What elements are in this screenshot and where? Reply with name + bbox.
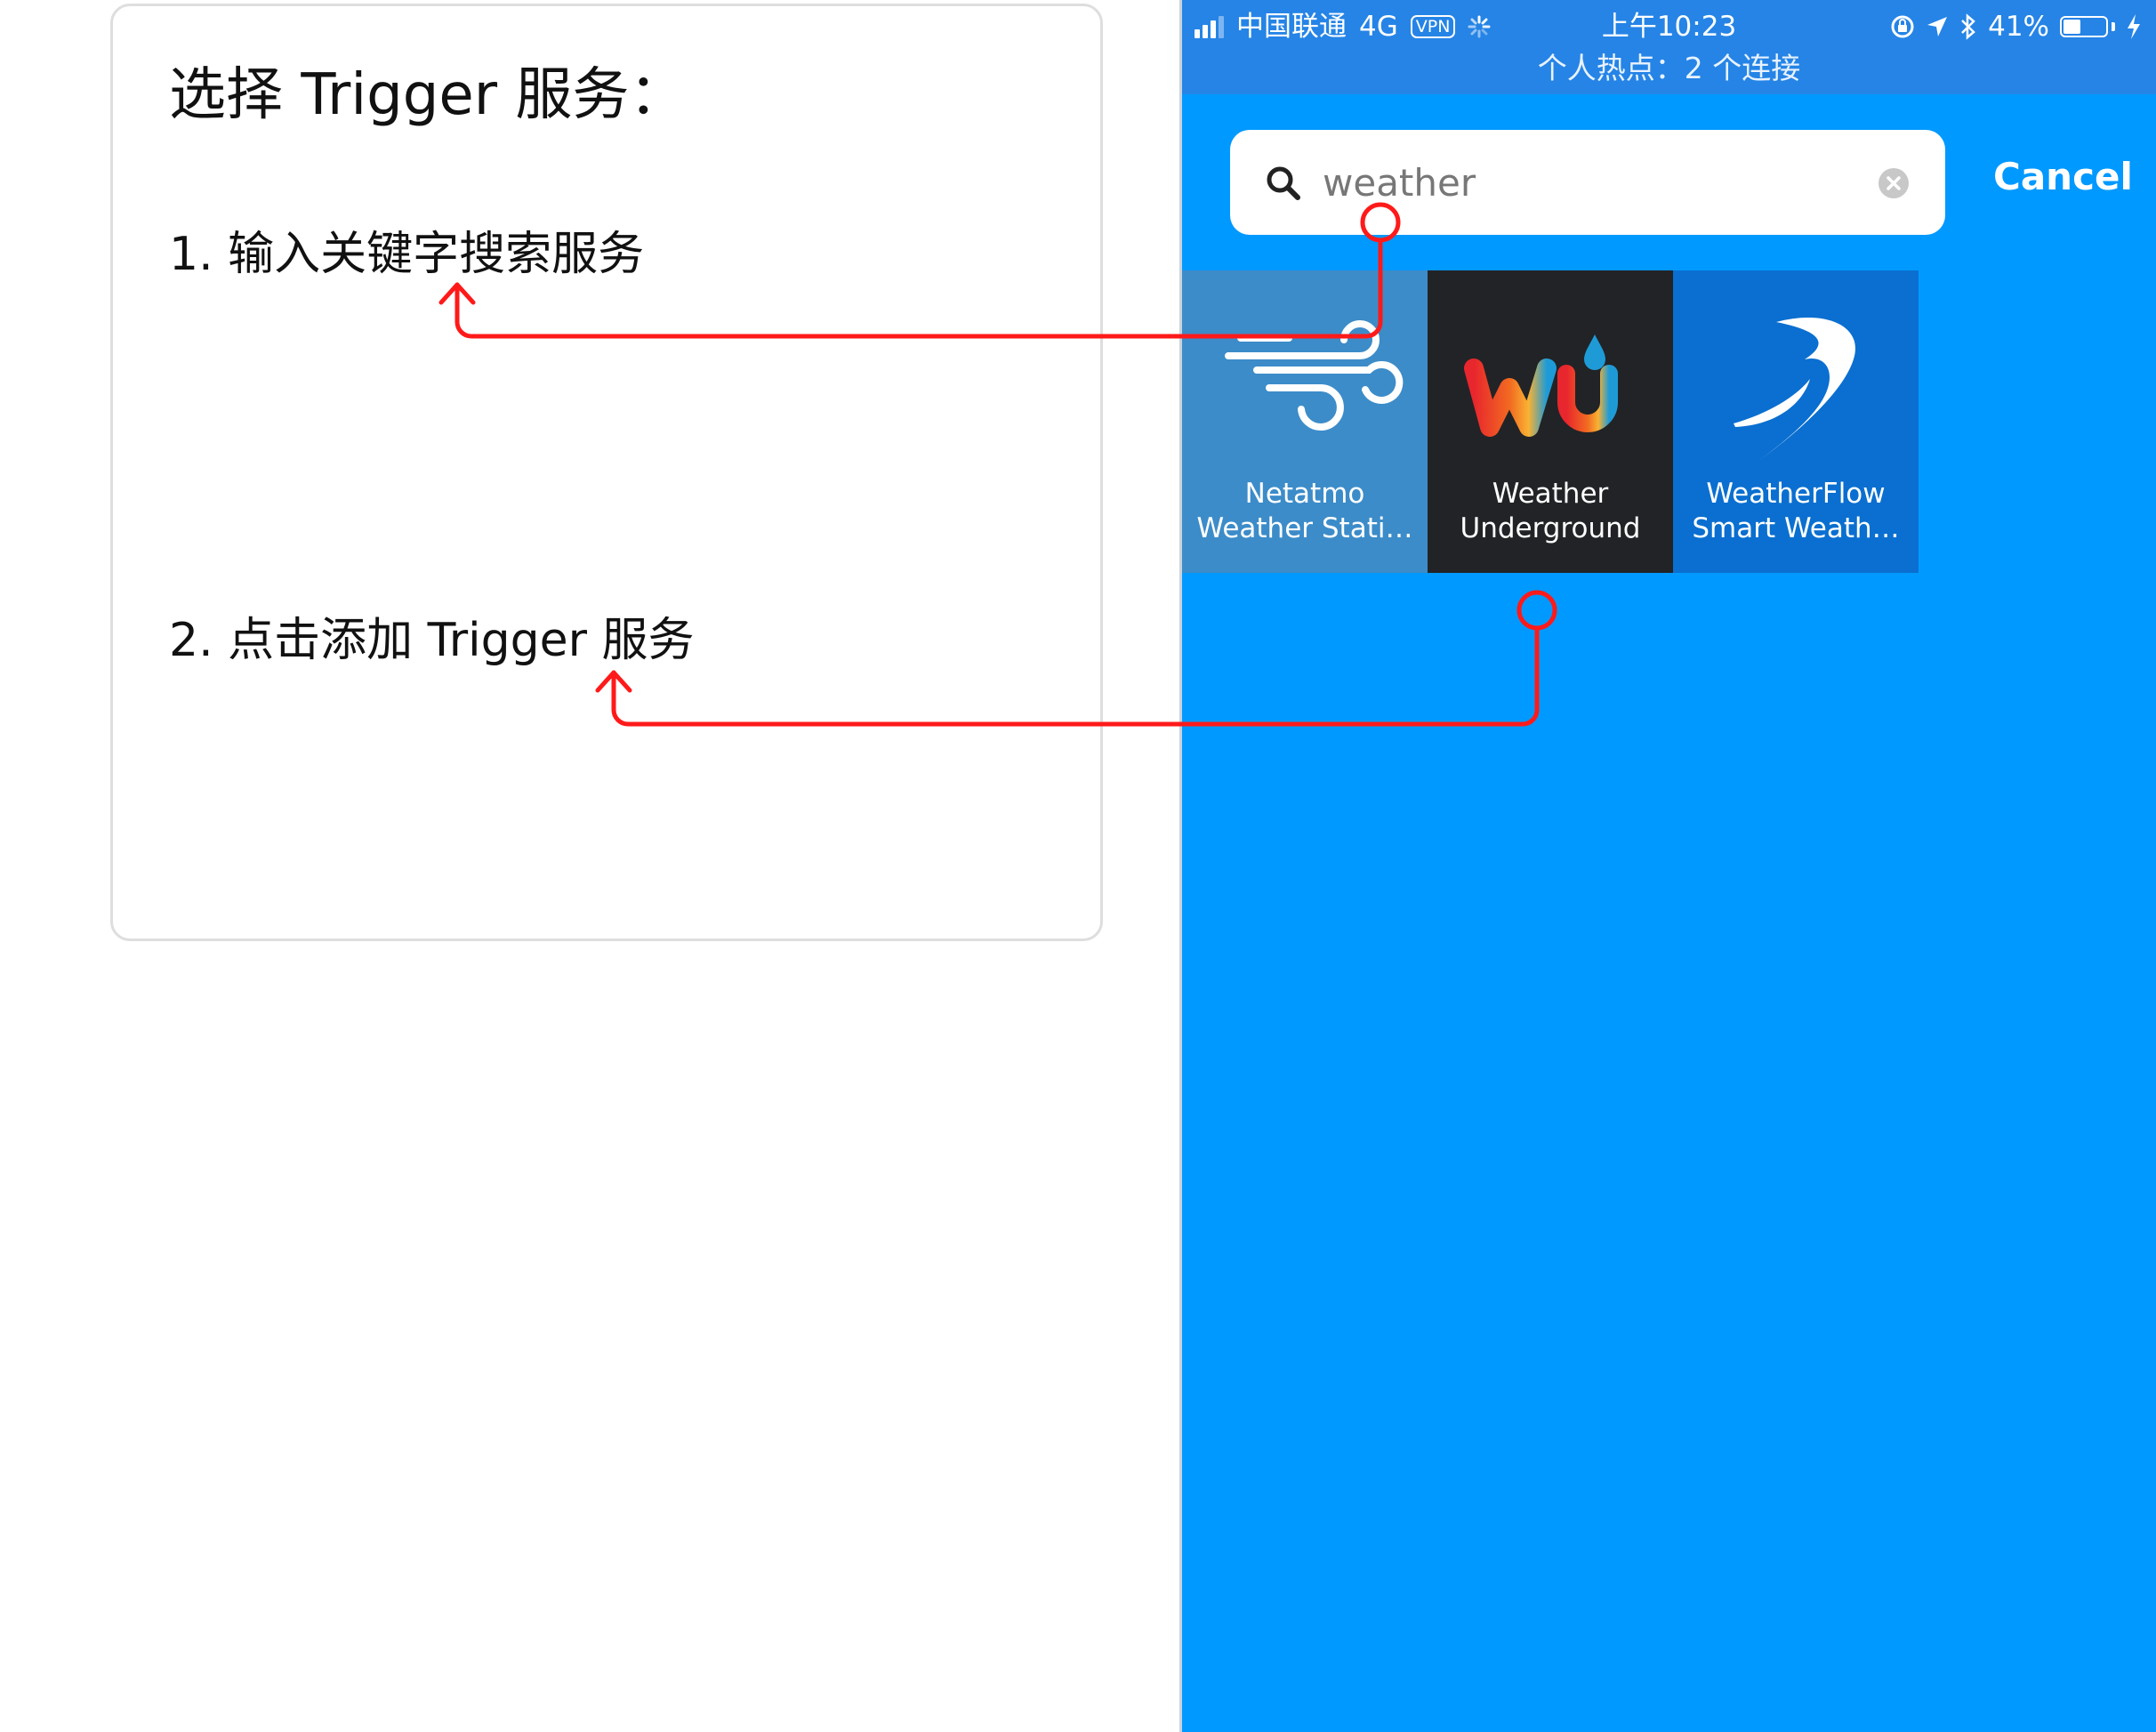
annotation-arrows: [438, 202, 1557, 727]
arrow-to-step-1: [438, 202, 1401, 339]
arrow-to-step-2: [595, 590, 1557, 727]
